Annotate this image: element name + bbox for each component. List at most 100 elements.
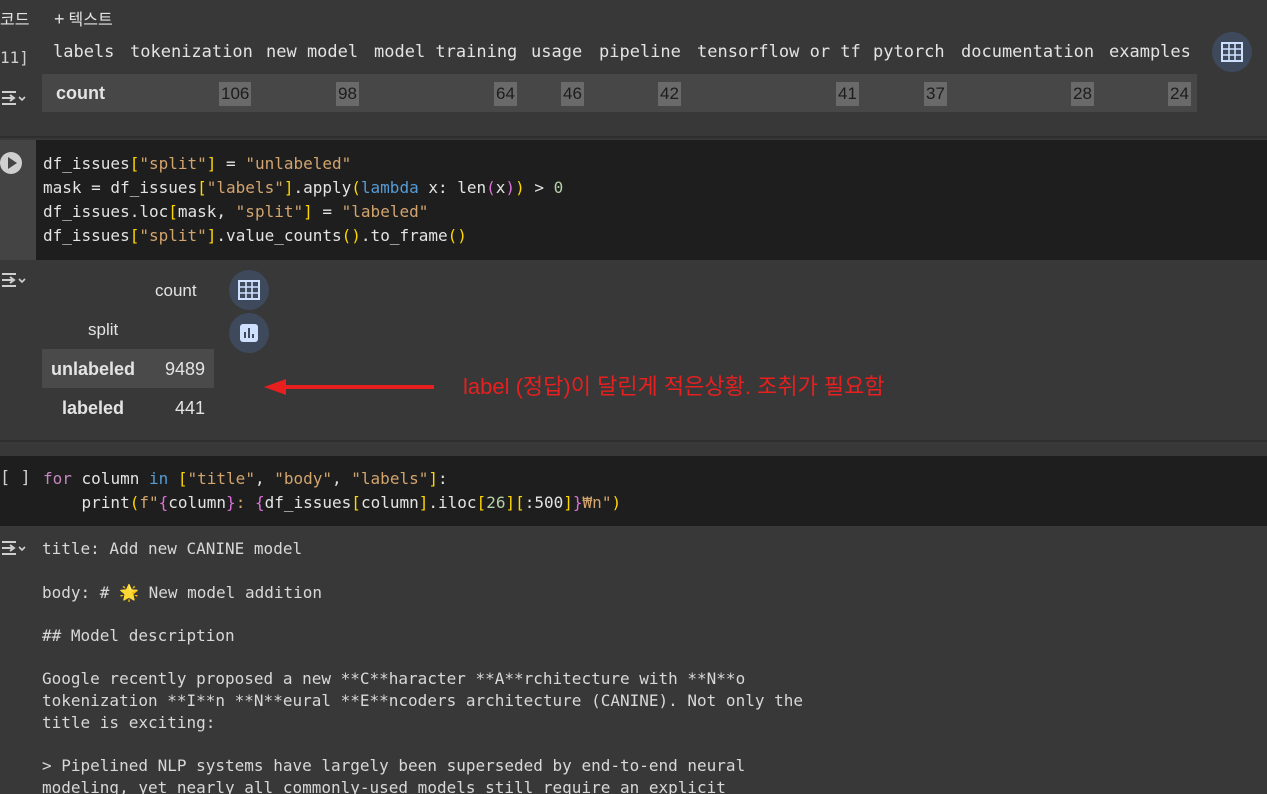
- code-token: [: [351, 493, 361, 512]
- code-token: f": [139, 493, 159, 512]
- table-cell: 98: [336, 82, 359, 106]
- output-line: title: Add new CANINE model: [42, 539, 303, 558]
- output-line: modeling, yet nearly all commonly-used m…: [42, 778, 726, 794]
- code-token: {: [254, 493, 265, 512]
- table-row: unlabeled 9489: [42, 349, 214, 388]
- code-token: ₩n": [582, 493, 612, 512]
- code-token: "split": [139, 226, 207, 245]
- table-cell: 64: [494, 82, 517, 106]
- code-token: 26: [486, 493, 506, 512]
- code-token: }: [572, 493, 583, 512]
- run-cell-button[interactable]: [0, 152, 22, 174]
- output-toggle-icon[interactable]: [0, 270, 26, 290]
- code-token: ]: [206, 226, 217, 245]
- column-header-count: count: [155, 281, 197, 300]
- code-token: "unlabeled": [245, 154, 352, 173]
- code-token: x: len: [418, 178, 487, 197]
- index-name-split: split: [88, 320, 119, 339]
- code-token: ,: [254, 469, 275, 488]
- code-token: [: [177, 469, 188, 488]
- table-cell: 106: [219, 82, 252, 106]
- table-cell: 28: [1071, 82, 1094, 106]
- add-text-label: 텍스트: [68, 12, 113, 29]
- code-token: .value_counts: [216, 226, 342, 245]
- code-token: [: [515, 493, 525, 512]
- code-editor[interactable]: [0, 456, 1267, 526]
- code-token: "split": [235, 202, 304, 221]
- code-token: column: [360, 493, 419, 512]
- code-token: "labels": [206, 178, 284, 197]
- column-header: documentation: [961, 42, 1095, 62]
- add-code-button[interactable]: 코드: [0, 6, 29, 30]
- code-token: in: [148, 469, 169, 488]
- code-token: (): [447, 226, 467, 245]
- code-token: ]: [428, 469, 438, 488]
- code-token: df_issues.loc: [43, 202, 169, 221]
- code-token: :: [437, 469, 448, 488]
- suggest-chart-button[interactable]: [229, 313, 269, 353]
- code-token: "split": [139, 154, 207, 173]
- column-header: pipeline: [599, 42, 681, 62]
- table-cell: 41: [836, 82, 859, 106]
- code-token: mask = df_issues: [43, 178, 198, 197]
- code-token: =: [216, 154, 246, 173]
- code-token: mask,: [177, 202, 236, 221]
- table-icon: [238, 280, 260, 300]
- code-token: column: [168, 493, 227, 512]
- code-token: ]: [206, 154, 217, 173]
- code-token: (: [129, 493, 140, 512]
- table-cell: 24: [1168, 82, 1191, 106]
- output-toggle-icon[interactable]: [0, 538, 26, 558]
- add-text-button[interactable]: + 텍스트: [54, 6, 113, 30]
- code-token: for: [43, 469, 72, 488]
- code-line: df_issues.loc[mask, "split"] = "labeled": [43, 202, 428, 221]
- output-line: body: # 🌟 New model addition: [42, 583, 323, 602]
- code-token: df_issues: [43, 226, 130, 245]
- execution-bracket[interactable]: [ ]: [0, 468, 31, 488]
- code-token: lambda: [360, 178, 419, 197]
- code-token: df_issues: [264, 493, 352, 512]
- column-header: examples: [1109, 42, 1191, 62]
- code-token: {: [158, 493, 169, 512]
- interactive-table-button[interactable]: [229, 270, 269, 310]
- row-label: unlabeled: [51, 359, 136, 379]
- output-line: title is exciting:: [42, 713, 216, 732]
- code-token: :: [235, 493, 255, 512]
- column-header: tokenization: [130, 42, 253, 62]
- column-header: labels: [53, 42, 115, 62]
- output-toggle-icon[interactable]: [0, 88, 26, 108]
- column-header: tensorflow or tf: [697, 42, 861, 62]
- code-token: "labeled": [341, 202, 429, 221]
- code-token: [: [168, 202, 178, 221]
- code-token: column: [71, 469, 149, 488]
- table-row: [42, 74, 1197, 112]
- cell-separator: [0, 136, 1267, 138]
- code-token: 0: [553, 178, 564, 197]
- annotation-text: label (정답)이 달린게 적은상황. 조취가 필요함: [463, 374, 885, 399]
- column-header: model training: [374, 42, 518, 62]
- table-icon: [1221, 42, 1243, 62]
- table-cell: 46: [561, 82, 584, 106]
- code-line: df_issues["split"].value_counts ().to_fra…: [43, 226, 467, 245]
- code-token: [: [476, 493, 487, 512]
- code-token: ]: [303, 202, 313, 221]
- code-token: [: [197, 178, 207, 197]
- code-line: mask = df_issues["labels"].apply(lambda …: [43, 178, 563, 197]
- code-token: }: [226, 493, 236, 512]
- code-token: [: [129, 226, 140, 245]
- table-row: labeled 441: [42, 388, 214, 427]
- code-token: x: [495, 178, 506, 197]
- code-token: .to_frame: [360, 226, 448, 245]
- interactive-table-button[interactable]: [1212, 32, 1252, 72]
- code-token: ): [505, 178, 516, 197]
- row-value: 9489: [164, 359, 205, 379]
- annotation-arrow: [264, 379, 434, 395]
- code-token: ]: [505, 493, 516, 512]
- output-line: tokenization **I**n **N**eural **E**ncod…: [42, 691, 803, 710]
- notebook-toolbar: 코드 + 텍스트: [0, 0, 1267, 32]
- table-cell: 42: [658, 82, 681, 106]
- code-token: ]: [418, 493, 429, 512]
- row-label: labeled: [62, 398, 125, 418]
- column-header: usage: [531, 42, 583, 62]
- code-token: (: [486, 178, 496, 197]
